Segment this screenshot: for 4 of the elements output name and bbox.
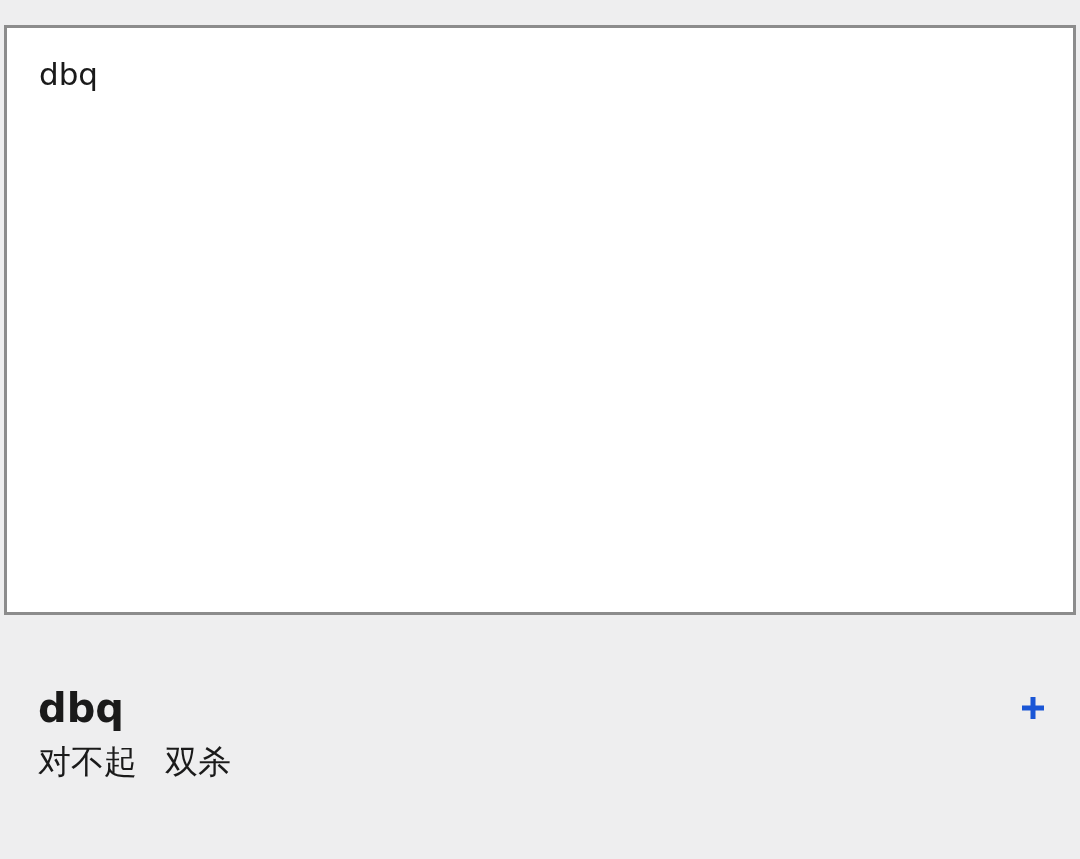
meaning-text: 双杀 <box>165 741 231 783</box>
result-term: dbq <box>38 684 124 733</box>
text-input-field[interactable]: dbq <box>4 25 1076 615</box>
meaning-text: 对不起 <box>38 741 137 783</box>
